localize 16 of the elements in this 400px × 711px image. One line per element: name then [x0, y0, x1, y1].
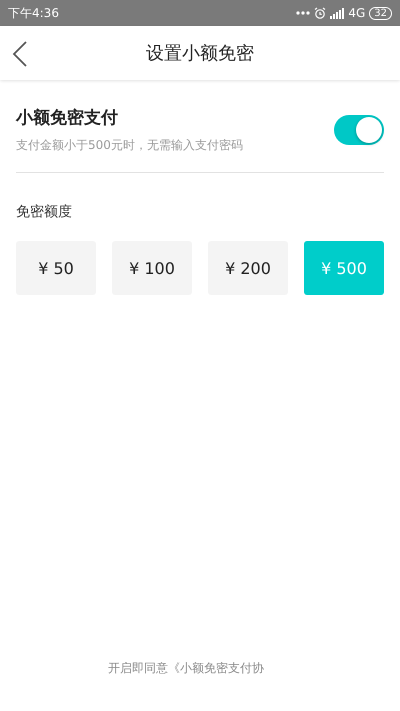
amount-option[interactable]: ¥ 200: [208, 241, 288, 295]
status-time: 下午4:36: [8, 4, 59, 22]
network-type: 4G: [348, 6, 366, 20]
page-title: 设置小额免密: [145, 42, 255, 65]
toggle-switch[interactable]: [334, 115, 384, 145]
more-dots-icon: [296, 11, 310, 15]
alarm-icon: [314, 7, 326, 19]
setting-title: 小额免密支付: [16, 107, 119, 129]
amount-option[interactable]: ¥ 50: [16, 241, 96, 295]
section-label: 免密额度: [16, 203, 73, 221]
agreement-text: 开启即同意《小额免密支付协: [107, 660, 265, 677]
battery-level: 32: [369, 6, 392, 20]
signal-icon: [330, 8, 344, 18]
back-icon[interactable]: [12, 41, 28, 67]
setting-description: 支付金额小于500元时，无需输入支付密码: [16, 137, 243, 154]
amount-option[interactable]: ¥ 100: [112, 241, 192, 295]
